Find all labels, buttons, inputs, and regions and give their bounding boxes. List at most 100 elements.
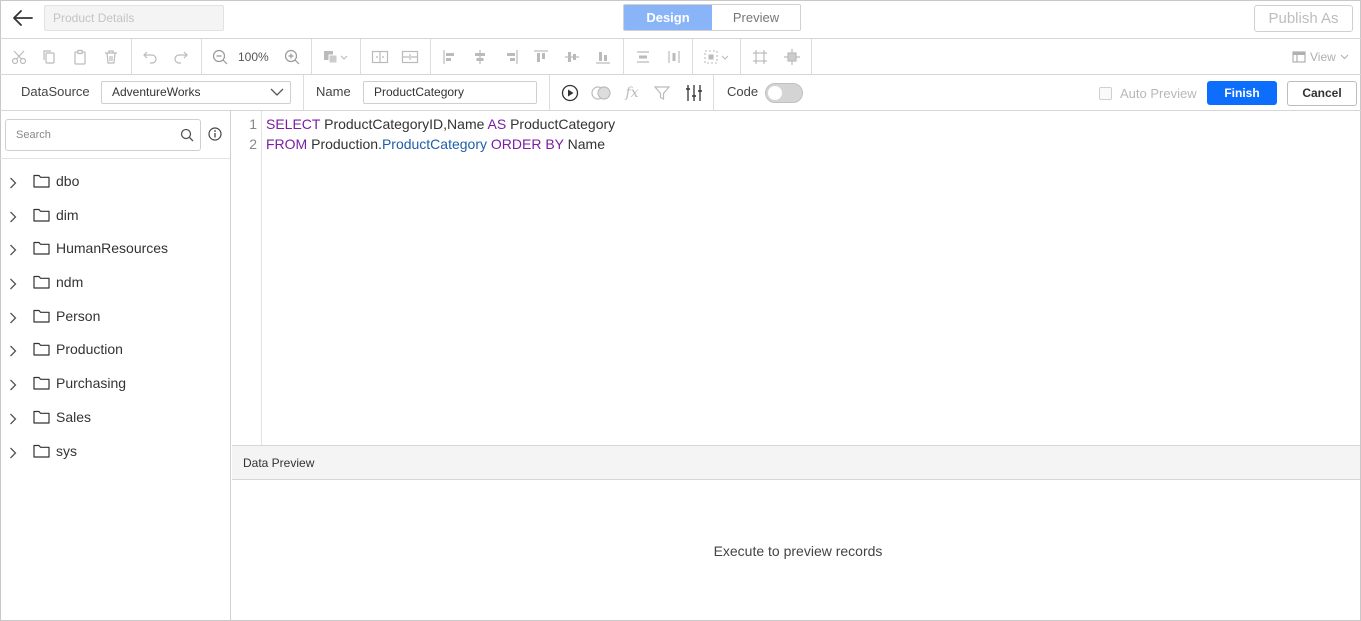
tree-item[interactable]: dbo bbox=[0, 165, 230, 199]
distribute-vertical-icon[interactable] bbox=[660, 39, 688, 75]
distribute-horizontal-icon[interactable] bbox=[629, 39, 657, 75]
sql-text: ProductCategory bbox=[506, 116, 616, 132]
auto-preview-checkbox[interactable]: Auto Preview bbox=[1099, 75, 1197, 111]
tree-item[interactable]: ndm bbox=[0, 266, 230, 300]
folder-icon bbox=[33, 275, 50, 289]
schema-panel: Search dbo dim HumanResources ndm Person Prod… bbox=[0, 111, 231, 621]
align-left-icon[interactable] bbox=[436, 39, 464, 75]
align-top-icon[interactable] bbox=[527, 39, 555, 75]
tree-item[interactable]: HumanResources bbox=[0, 232, 230, 266]
tree-item[interactable]: sys bbox=[0, 435, 230, 469]
back-button[interactable] bbox=[10, 6, 36, 30]
chevron-right-icon[interactable] bbox=[9, 211, 17, 223]
chevron-right-icon[interactable] bbox=[9, 379, 17, 391]
zoom-out-icon[interactable] bbox=[206, 39, 234, 75]
align-center-icon[interactable] bbox=[466, 39, 494, 75]
shape-fill-icon[interactable] bbox=[318, 39, 352, 75]
paste-icon[interactable] bbox=[66, 39, 94, 75]
header: Product Details Design Preview Publish A… bbox=[0, 0, 1361, 39]
function-icon: fx bbox=[625, 85, 639, 101]
toggle-knob bbox=[768, 86, 782, 100]
code-line: FROM Production.ProductCategory ORDER BY… bbox=[266, 136, 605, 152]
tree-item[interactable]: Production bbox=[0, 333, 230, 367]
tree-item[interactable]: Sales bbox=[0, 401, 230, 435]
info-icon[interactable] bbox=[208, 127, 222, 141]
tree-item[interactable]: dim bbox=[0, 199, 230, 233]
datasource-select[interactable]: AdventureWorks bbox=[101, 81, 291, 104]
name-label: Name bbox=[316, 84, 351, 99]
finish-button[interactable]: Finish bbox=[1207, 81, 1277, 105]
ungroup-icon[interactable] bbox=[396, 39, 424, 75]
toolbar-separator bbox=[623, 39, 624, 75]
toolbar-separator bbox=[201, 39, 202, 75]
search-input[interactable]: Search bbox=[5, 119, 201, 151]
tree-item[interactable]: Purchasing bbox=[0, 367, 230, 401]
checkbox-icon bbox=[1099, 86, 1112, 100]
align-right-icon[interactable] bbox=[497, 39, 525, 75]
chevron-right-icon[interactable] bbox=[9, 278, 17, 290]
chevron-right-icon[interactable] bbox=[9, 413, 17, 425]
tab-preview[interactable]: Preview bbox=[712, 5, 800, 30]
copy-icon[interactable] bbox=[35, 39, 63, 75]
cancel-button[interactable]: Cancel bbox=[1287, 81, 1357, 106]
chevron-right-icon[interactable] bbox=[9, 312, 17, 324]
view-dropdown[interactable]: View bbox=[1292, 39, 1349, 75]
auto-preview-label: Auto Preview bbox=[1120, 85, 1197, 101]
sql-keyword: AS bbox=[487, 116, 507, 132]
tree-item-label: Purchasing bbox=[56, 375, 127, 392]
zoom-level: 100% bbox=[238, 50, 269, 64]
sql-keyword: SELECT bbox=[266, 116, 321, 132]
toolbar-separator bbox=[360, 39, 361, 75]
tree-item[interactable]: Person bbox=[0, 300, 230, 334]
group-icon[interactable] bbox=[366, 39, 394, 75]
tab-design[interactable]: Design bbox=[624, 5, 712, 30]
undo-icon[interactable] bbox=[136, 39, 164, 75]
query-name-input[interactable]: ProductCategory bbox=[363, 81, 537, 104]
delete-icon[interactable] bbox=[97, 39, 125, 75]
publish-as-button[interactable]: Publish As bbox=[1254, 5, 1353, 32]
select-all-icon[interactable] bbox=[700, 39, 734, 75]
search-icon bbox=[180, 128, 194, 142]
code-label: Code bbox=[727, 84, 759, 99]
code-toggle[interactable] bbox=[765, 83, 803, 103]
play-icon bbox=[561, 84, 579, 102]
chevron-down-icon bbox=[270, 88, 284, 96]
line-number: 1 bbox=[249, 116, 257, 132]
folder-icon bbox=[33, 309, 50, 323]
querybar-separator bbox=[549, 75, 550, 111]
chevron-right-icon[interactable] bbox=[9, 244, 17, 256]
folder-icon bbox=[33, 444, 50, 458]
toolbar-separator bbox=[311, 39, 312, 75]
tree-item-label: HumanResources bbox=[56, 240, 169, 257]
chevron-right-icon[interactable] bbox=[9, 345, 17, 357]
chevron-down-icon bbox=[1340, 54, 1349, 60]
folder-icon bbox=[33, 343, 50, 357]
filter-button[interactable] bbox=[649, 75, 675, 111]
tree-item-label: Sales bbox=[56, 408, 92, 425]
crop-icon[interactable] bbox=[746, 39, 774, 75]
filter-icon bbox=[654, 86, 670, 100]
cut-icon[interactable] bbox=[5, 39, 33, 75]
resize-icon[interactable] bbox=[778, 39, 806, 75]
redo-icon[interactable] bbox=[167, 39, 195, 75]
align-bottom-icon[interactable] bbox=[589, 39, 617, 75]
chevron-right-icon[interactable] bbox=[9, 177, 17, 189]
parameters-button[interactable] bbox=[681, 75, 707, 111]
chevron-right-icon[interactable] bbox=[9, 447, 17, 459]
run-query-button[interactable] bbox=[557, 75, 583, 111]
report-title-input[interactable]: Product Details bbox=[44, 5, 224, 31]
folder-icon bbox=[33, 410, 50, 424]
zoom-in-icon[interactable] bbox=[278, 39, 306, 75]
line-number-gutter: 1 2 bbox=[232, 111, 262, 445]
search-placeholder: Search bbox=[16, 129, 51, 141]
query-bar: DataSource AdventureWorks Name ProductCa… bbox=[0, 75, 1361, 111]
querybar-separator bbox=[303, 75, 304, 111]
expression-button[interactable]: fx bbox=[619, 75, 645, 111]
toolbar-separator bbox=[740, 39, 741, 75]
schema-tree: dbo dim HumanResources ndm Person Production P… bbox=[0, 165, 230, 468]
join-button[interactable] bbox=[588, 75, 614, 111]
tree-item-label: ndm bbox=[56, 274, 84, 291]
align-middle-icon[interactable] bbox=[558, 39, 586, 75]
sql-editor[interactable]: 1 2 SELECT ProductCategoryID,Name AS Pro… bbox=[232, 111, 1360, 445]
arrow-left-icon bbox=[13, 10, 33, 26]
